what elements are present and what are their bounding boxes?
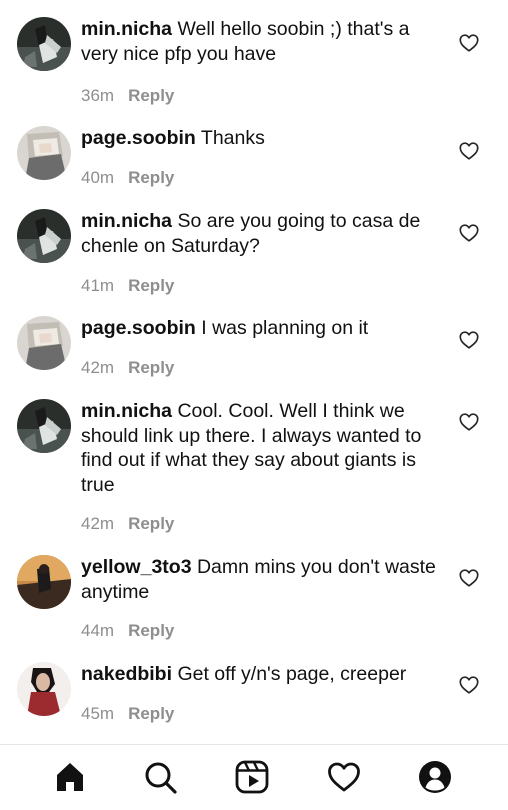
like-heart-icon[interactable] [458, 329, 480, 351]
comment-text: Thanks [200, 127, 265, 149]
like-heart-icon[interactable] [458, 674, 480, 696]
comment-username[interactable]: nakedbibi [81, 663, 172, 685]
comment-meta: 42m Reply [81, 358, 174, 378]
like-heart-icon[interactable] [458, 567, 480, 589]
comment-time: 42m [81, 514, 115, 533]
avatar[interactable] [17, 209, 71, 263]
like-heart-icon[interactable] [458, 140, 480, 162]
activity-heart-icon[interactable] [326, 759, 362, 795]
comment-time: 45m [81, 704, 115, 723]
profile-icon[interactable] [417, 759, 453, 795]
avatar[interactable] [17, 316, 71, 370]
comment-time: 42m [81, 358, 115, 377]
comment-time: 44m [81, 621, 115, 640]
reels-icon[interactable] [234, 759, 270, 795]
comment-time: 41m [81, 276, 115, 295]
reply-button[interactable]: Reply [128, 514, 174, 533]
like-heart-icon[interactable] [458, 411, 480, 433]
comment-meta: 45m Reply [81, 704, 174, 724]
reply-button[interactable]: Reply [128, 621, 174, 640]
avatar[interactable] [17, 126, 71, 180]
bottom-navbar [0, 745, 508, 810]
reply-button[interactable]: Reply [128, 276, 174, 295]
reply-button[interactable]: Reply [128, 358, 174, 377]
comment-meta: 42m Reply [81, 514, 174, 534]
like-heart-icon[interactable] [458, 222, 480, 244]
avatar[interactable] [17, 399, 71, 453]
comment-meta: 41m Reply [81, 276, 174, 296]
avatar[interactable] [17, 17, 71, 71]
comment-meta: 44m Reply [81, 621, 174, 641]
reply-button[interactable]: Reply [128, 704, 174, 723]
comment-text: Get off y/n's page, creeper [177, 663, 407, 685]
comment-text: I was planning on it [201, 317, 369, 339]
comment-time: 36m [81, 86, 115, 105]
avatar[interactable] [17, 662, 71, 716]
comment-username[interactable]: min.nicha [81, 18, 172, 40]
reply-button[interactable]: Reply [128, 86, 174, 105]
comment-time: 40m [81, 168, 115, 187]
reply-button[interactable]: Reply [128, 168, 174, 187]
comment-username[interactable]: page.soobin [81, 127, 196, 149]
comment-username[interactable]: min.nicha [81, 400, 172, 422]
comment-meta: 36m Reply [81, 86, 174, 106]
comment-username[interactable]: page.soobin [81, 317, 196, 339]
home-icon[interactable] [52, 759, 88, 795]
comment-meta: 40m Reply [81, 168, 174, 188]
search-icon[interactable] [142, 759, 178, 795]
like-heart-icon[interactable] [458, 32, 480, 54]
avatar[interactable] [17, 555, 71, 609]
comment-username[interactable]: yellow_3to3 [81, 556, 192, 578]
comment-username[interactable]: min.nicha [81, 210, 172, 232]
